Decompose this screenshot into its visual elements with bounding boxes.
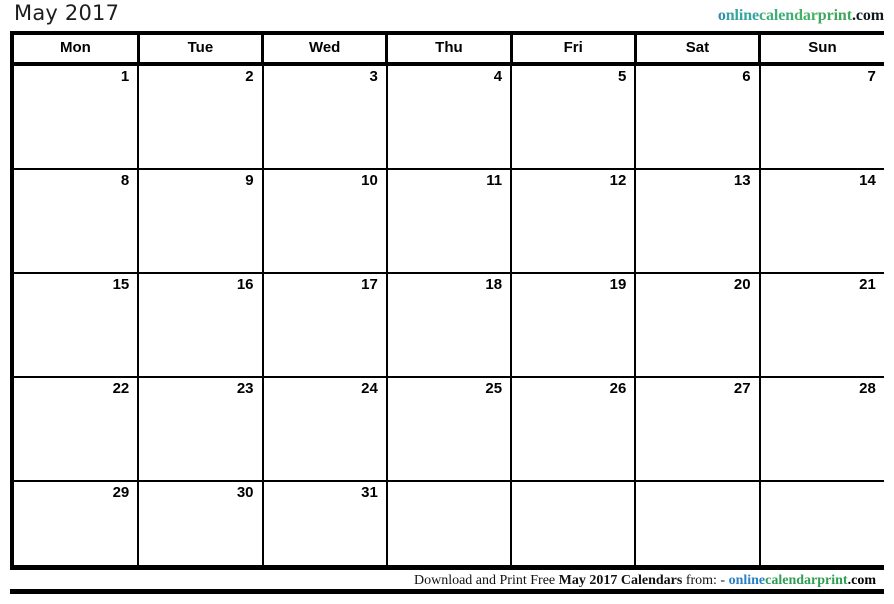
calendar-week-row: 22 23 24 25 26 27 28: [14, 377, 884, 482]
day-number: 1: [120, 68, 130, 85]
footer-link-domain[interactable]: .com: [848, 573, 876, 588]
day-number: 7: [867, 68, 876, 85]
brand-domain: .com: [851, 7, 884, 24]
day-cell[interactable]: 13: [635, 169, 761, 274]
day-number: 18: [485, 276, 503, 293]
brand-part-1: o: [717, 7, 726, 24]
day-cell[interactable]: 11: [386, 169, 513, 274]
page-title: May 2017: [14, 1, 120, 25]
day-number: 9: [245, 172, 254, 189]
day-number: 22: [112, 380, 130, 397]
day-number: 25: [485, 380, 503, 397]
day-number: 29: [112, 484, 130, 501]
weekday-header-fri: Fri: [511, 35, 637, 66]
day-number: 10: [361, 172, 378, 189]
footer-link-calendarprint[interactable]: calendarprint: [765, 573, 847, 588]
day-number: 21: [859, 276, 876, 293]
brand-logo[interactable]: onlinecalendarprint.com: [718, 7, 884, 25]
day-cell[interactable]: 5: [511, 64, 637, 170]
footer-credit-line: Download and Print Free May 2017 Calenda…: [414, 573, 876, 589]
day-number: 12: [609, 172, 627, 189]
day-number: 11: [486, 172, 503, 189]
footer-emphasis-text: May 2017 Calendars: [558, 573, 683, 588]
day-cell[interactable]: 3: [262, 64, 388, 170]
day-number: 28: [859, 380, 876, 397]
brand-part-3: calen: [759, 7, 795, 24]
day-cell[interactable]: 28: [759, 377, 884, 482]
day-number: 8: [120, 172, 130, 189]
day-number: 26: [609, 380, 627, 397]
calendar-week-row: 8 9 10 11 12 13 14: [14, 169, 884, 274]
day-cell[interactable]: 2: [138, 64, 264, 170]
calendar-frame: Mon Tue Wed Thu Fri Sat Sun 1 2 3 4 5 6: [10, 31, 884, 584]
day-cell[interactable]: 17: [262, 273, 388, 378]
day-number: 17: [361, 276, 378, 293]
day-cell[interactable]: 8: [14, 169, 140, 274]
day-number: 3: [369, 68, 378, 85]
day-number: 13: [733, 172, 751, 189]
brand-part-5: print: [817, 7, 852, 24]
day-cell[interactable]: 19: [511, 273, 637, 378]
day-number: 2: [245, 68, 254, 85]
day-number: 16: [236, 276, 254, 293]
footer-link-online[interactable]: online: [729, 573, 766, 588]
day-cell[interactable]: 7: [759, 64, 884, 170]
day-cell[interactable]: 6: [635, 64, 761, 170]
day-cell[interactable]: 24: [262, 377, 388, 482]
day-number: 14: [859, 172, 876, 189]
day-number: 23: [236, 380, 254, 397]
weekday-header-thu: Thu: [386, 35, 513, 66]
brand-part-2: nline: [725, 7, 760, 24]
day-cell[interactable]: 25: [386, 377, 513, 482]
footer-mid-text: from: -: [682, 573, 729, 588]
day-cell[interactable]: 10: [262, 169, 388, 274]
day-cell[interactable]: 21: [759, 273, 884, 378]
page-footer: Download and Print Free May 2017 Calenda…: [10, 565, 884, 594]
calendar-week-row: 15 16 17 18 19 20 21: [14, 273, 884, 378]
day-number: 15: [112, 276, 130, 293]
brand-part-4: dar: [794, 7, 818, 24]
weekday-header-row: Mon Tue Wed Thu Fri Sat Sun: [14, 35, 884, 66]
day-number: 19: [609, 276, 627, 293]
weekday-header-sun: Sun: [759, 35, 884, 66]
footer-lead-text: Download and Print Free: [413, 573, 559, 588]
day-number: 31: [361, 484, 378, 501]
day-cell[interactable]: 9: [138, 169, 264, 274]
day-cell[interactable]: 27: [635, 377, 761, 482]
day-number: 20: [733, 276, 751, 293]
day-cell[interactable]: 1: [14, 64, 140, 170]
day-cell[interactable]: 26: [511, 377, 637, 482]
day-cell[interactable]: 14: [759, 169, 884, 274]
day-cell[interactable]: 15: [14, 273, 140, 378]
page-header: May 2017 onlinecalendarprint.com: [0, 0, 894, 31]
weekday-header-tue: Tue: [138, 35, 265, 66]
calendar-week-row: 1 2 3 4 5 6 7: [14, 64, 884, 170]
day-cell[interactable]: 18: [386, 273, 513, 378]
day-cell[interactable]: 23: [138, 377, 264, 482]
weekday-header-wed: Wed: [262, 35, 389, 66]
calendar-grid: Mon Tue Wed Thu Fri Sat Sun 1 2 3 4 5 6: [14, 35, 884, 584]
calendar-page: May 2017 onlinecalendarprint.com Mon Tue…: [0, 0, 894, 604]
day-number: 5: [617, 68, 627, 85]
day-cell[interactable]: 12: [511, 169, 637, 274]
weekday-header-sat: Sat: [635, 35, 762, 66]
day-number: 6: [742, 68, 751, 85]
day-cell[interactable]: 20: [635, 273, 761, 378]
day-cell[interactable]: 22: [14, 377, 140, 482]
day-cell[interactable]: 4: [386, 64, 513, 170]
day-number: 24: [361, 380, 378, 397]
day-cell[interactable]: 16: [138, 273, 264, 378]
day-number: 27: [733, 380, 751, 397]
day-number: 4: [493, 68, 503, 85]
weekday-header-mon: Mon: [14, 35, 140, 66]
day-number: 30: [236, 484, 254, 501]
